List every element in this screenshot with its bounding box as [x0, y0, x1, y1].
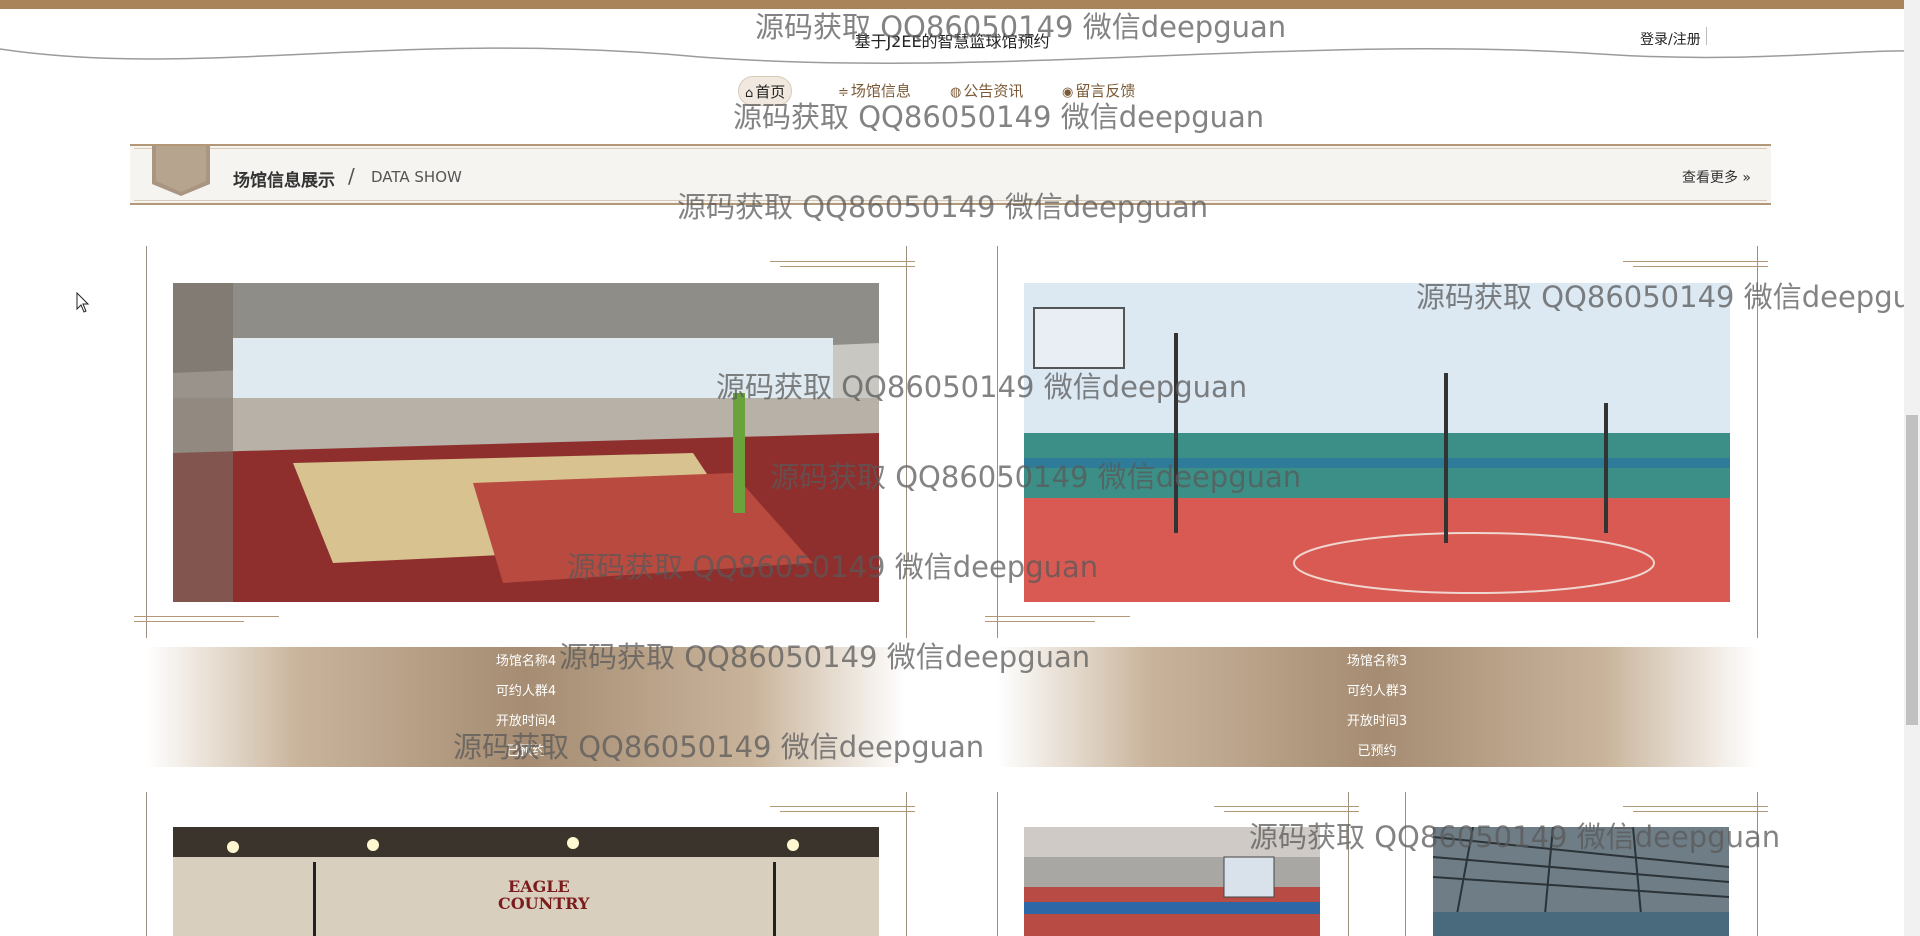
card-deco-line — [134, 621, 244, 622]
card-frame-line — [1757, 792, 1758, 936]
steel-roof-court-image — [1433, 827, 1729, 936]
section-subtitle: DATA SHOW — [371, 168, 462, 186]
card-deco-line — [1623, 261, 1768, 262]
card-deco-line — [134, 616, 279, 617]
indoor-court-image — [1024, 827, 1320, 936]
venue-hours: 开放时间4 — [495, 714, 557, 729]
card-deco-line — [770, 261, 915, 262]
venue-photo[interactable] — [173, 283, 879, 602]
card-deco-line — [985, 616, 1130, 617]
section-header-bar: 场馆信息展示 / DATA SHOW 查看更多 » — [130, 144, 1771, 205]
site-title: 基于J2EE的智慧篮球馆预约 — [854, 32, 1050, 51]
venue-capacity: 可约人群4 — [495, 684, 557, 699]
card-deco-line — [1214, 806, 1359, 807]
palette-icon: ◍ — [950, 85, 962, 100]
card-deco-line — [1633, 811, 1768, 812]
view-more-link[interactable]: 查看更多 » — [1682, 167, 1751, 187]
login-register-link[interactable]: 登录/注册 — [1640, 29, 1701, 49]
venue-status: 已预约 — [506, 744, 546, 759]
gym-court-image: EAGLE COUNTRY — [173, 827, 879, 936]
venue-photo[interactable] — [1024, 827, 1320, 936]
mouse-cursor-icon — [76, 292, 90, 313]
venue-photo[interactable]: EAGLE COUNTRY — [173, 827, 879, 936]
section-title: 场馆信息展示 — [233, 171, 335, 191]
card-frame-line — [1757, 246, 1758, 638]
venue-info-band: 场馆名称4 可约人群4 开放时间4 已预约 — [146, 647, 906, 767]
venue-name: 场馆名称3 — [1346, 654, 1408, 669]
card-deco-line — [780, 811, 915, 812]
card-deco-line — [1633, 266, 1768, 267]
venue-hours: 开放时间3 — [1346, 714, 1408, 729]
nav-item-feedback[interactable]: ◉ 留言反馈 — [1056, 76, 1141, 106]
indoor-court-image — [173, 283, 879, 602]
nav-item-label: 场馆信息 — [850, 82, 911, 100]
card-frame-line — [146, 792, 147, 936]
card-frame-line — [906, 792, 907, 936]
venue-photo[interactable] — [1433, 827, 1729, 936]
card-frame-line — [1348, 792, 1349, 936]
chat-icon: ◉ — [1062, 85, 1074, 100]
card-frame-line — [1405, 792, 1406, 936]
scrollbar-thumb[interactable] — [1906, 415, 1918, 725]
card-frame-line — [906, 246, 907, 638]
nav-item-announcements[interactable]: ◍ 公告资讯 — [944, 76, 1029, 106]
venue-capacity: 可约人群3 — [1346, 684, 1408, 699]
sliders-icon: ≑ — [838, 85, 849, 100]
nav-item-label: 留言反馈 — [1075, 82, 1136, 100]
outdoor-court-image — [1024, 283, 1730, 602]
svg-text:COUNTRY: COUNTRY — [498, 894, 590, 913]
card-frame-line — [997, 246, 998, 638]
card-deco-line — [1224, 811, 1359, 812]
venue-photo[interactable] — [1024, 283, 1730, 602]
section-separator: / — [348, 164, 355, 188]
header-divider — [1706, 27, 1707, 45]
section-emblem-icon — [152, 146, 210, 196]
card-deco-line — [770, 806, 915, 807]
home-icon: ⌂ — [745, 86, 754, 101]
venue-status: 已预约 — [1357, 744, 1397, 759]
nav-item-label: 公告资讯 — [963, 82, 1024, 100]
card-frame-line — [997, 792, 998, 936]
venue-name: 场馆名称4 — [495, 654, 557, 669]
nav-item-home[interactable]: ⌂ 首页 — [738, 76, 793, 106]
card-deco-line — [1623, 806, 1768, 807]
card-frame-line — [146, 246, 147, 638]
venue-info-band: 场馆名称3 可约人群3 开放时间3 已预约 — [997, 647, 1757, 767]
nav-item-venues[interactable]: ≑ 场馆信息 — [832, 76, 917, 106]
card-deco-line — [780, 266, 915, 267]
card-deco-line — [985, 621, 1095, 622]
nav-item-label: 首页 — [755, 83, 786, 101]
top-accent-strip — [0, 0, 1920, 9]
